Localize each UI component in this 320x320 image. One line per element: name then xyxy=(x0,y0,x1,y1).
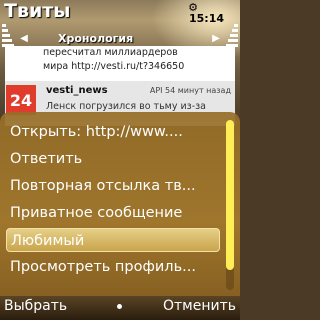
options-menu: Открыть: http://www.... Ответить Повторн… xyxy=(0,112,240,296)
softkey-bar: Выбрать Отменить xyxy=(0,296,240,320)
menu-item-open-link[interactable]: Открыть: http://www.... xyxy=(6,120,220,144)
tweet-text: мира http://vesti.ru/t?346650 xyxy=(43,61,185,72)
menu-item-private-message[interactable]: Приватное сообщение xyxy=(6,201,220,225)
tab-bar: ◀ Хронология ▶ xyxy=(14,30,226,46)
menu-item-retweet[interactable]: Повторная отсылка тв... xyxy=(6,174,220,198)
clock: 15:14 xyxy=(188,12,224,25)
scrollbar-thumb[interactable] xyxy=(226,120,234,270)
select-softkey[interactable]: Выбрать xyxy=(4,298,67,314)
cancel-softkey[interactable]: Отменить xyxy=(163,298,236,314)
tweet-text: пересчитал миллиардеров xyxy=(43,47,178,58)
avatar: 24 xyxy=(6,85,36,115)
tweet-user: vesti_news xyxy=(46,85,108,96)
menu-item-favorite[interactable]: Любимый xyxy=(6,228,220,252)
tweet-meta: API 54 минут назад xyxy=(150,86,231,95)
tab-current[interactable]: Хронология xyxy=(34,32,206,45)
scrollbar[interactable] xyxy=(226,120,234,290)
menu-item-reply[interactable]: Ответить xyxy=(6,147,220,171)
list-item[interactable]: пересчитал миллиардеров мира http://vest… xyxy=(5,46,235,80)
chevron-left-icon[interactable]: ◀ xyxy=(14,33,34,44)
app-title: Твиты xyxy=(4,0,71,22)
tweet-time: 54 минут назад xyxy=(165,86,231,95)
tweet-source: API xyxy=(149,86,163,95)
tweet-text: Ленск погрузился во тьму из-за xyxy=(46,101,207,112)
menu-item-view-profile[interactable]: Просмотреть профиль... xyxy=(6,255,220,279)
center-key-icon[interactable] xyxy=(117,304,122,309)
chevron-right-icon[interactable]: ▶ xyxy=(206,33,226,44)
